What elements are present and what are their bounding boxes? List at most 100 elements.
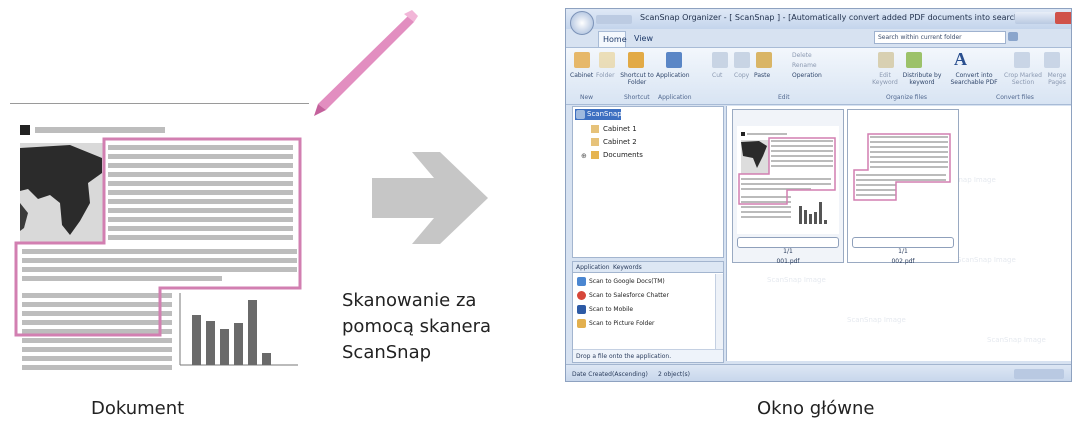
group-new-label: New [580, 94, 594, 101]
watermark-text: ScanSnap Image [847, 316, 906, 324]
folder-icon [591, 151, 599, 159]
ribbon-toolbar: A Cabinet Folder Shortcut to Folder Appl… [566, 47, 1071, 105]
app-menu-button[interactable] [570, 11, 594, 35]
right-arrow-icon [372, 152, 488, 244]
expand-icon[interactable]: ⊕ [581, 152, 587, 160]
panel-tabs: Application Keywords [573, 262, 723, 273]
distribute-by-keyword-button[interactable]: Distribute by keyword [902, 72, 942, 86]
group-edit-label: Edit [778, 94, 790, 101]
window-controls[interactable] [1015, 12, 1071, 24]
close-icon[interactable] [1055, 12, 1071, 24]
group-application-label: Application [658, 94, 692, 101]
paste-button[interactable]: Paste [754, 72, 770, 79]
folder-tree: ScanSnap Cabinet 1 Cabinet 2 ⊕ Documents [572, 106, 724, 258]
folder-icon[interactable] [599, 52, 615, 68]
picture-folder-icon [577, 319, 586, 328]
shortcut-folder-icon[interactable] [628, 52, 644, 68]
group-shortcut-label: Shortcut [624, 94, 650, 101]
rename-button[interactable]: Rename [792, 62, 817, 69]
application-panel: Application Keywords Scan to Google Docs… [572, 261, 724, 363]
tree-item-cabinet-2[interactable]: Cabinet 2 [603, 138, 637, 146]
file-thumbnail-002[interactable]: 1/1 002.pdf [847, 109, 959, 265]
distribute-by-keyword-icon[interactable] [906, 52, 922, 68]
app-item-mobile[interactable]: Scan to Mobile [589, 306, 633, 313]
application-icon[interactable] [666, 52, 682, 68]
tree-item-cabinet-1[interactable]: Cabinet 1 [603, 125, 637, 133]
search-input[interactable]: Search within current folder [874, 31, 1006, 44]
highlighter-pen-icon [314, 10, 418, 116]
cabinet-button[interactable]: Cabinet [570, 72, 593, 79]
panel-tab-application[interactable]: Application [576, 264, 610, 271]
shortcut-to-folder-button[interactable]: Shortcut to Folder [618, 72, 656, 86]
copy-icon[interactable] [734, 52, 750, 68]
group-convert-label: Convert files [996, 94, 1034, 101]
thumbnail-page-preview [737, 126, 839, 234]
scansnap-organizer-window: ScanSnap Organizer - [ ScanSnap ] - [Aut… [565, 8, 1072, 382]
folder-button[interactable]: Folder [596, 72, 615, 79]
operation-button[interactable]: Operation [792, 72, 822, 79]
cabinet-icon[interactable] [574, 52, 590, 68]
sort-order-text[interactable]: Date Created(Ascending) [572, 371, 648, 378]
object-count-text: 2 object(s) [658, 371, 691, 378]
salesforce-icon [577, 291, 586, 300]
scan-description: Skanowanie za pomocą skanera ScanSnap [342, 288, 491, 366]
tab-home[interactable]: Home [598, 31, 627, 47]
status-bar: Date Created(Ascending) 2 object(s) [566, 364, 1071, 381]
file-name-002: 002.pdf [891, 258, 915, 265]
group-organize-label: Organize files [886, 94, 928, 101]
file-thumbnail-001[interactable]: 1/1 001.pdf [732, 109, 844, 265]
document-header-mark [20, 125, 30, 135]
search-input-placeholder: Search within current folder [878, 34, 962, 41]
app-item-salesforce[interactable]: Scan to Salesforce Chatter [589, 292, 669, 299]
scan-description-line-3: ScanSnap [342, 342, 432, 363]
convert-searchable-pdf-button[interactable]: Convert into Searchable PDF [946, 72, 1002, 86]
delete-button[interactable]: Delete [792, 52, 812, 59]
quick-access-toolbar[interactable] [596, 15, 632, 24]
search-icon[interactable] [1008, 32, 1018, 41]
copy-button[interactable]: Copy [734, 72, 749, 79]
merge-pages-icon[interactable] [1044, 52, 1060, 68]
panel-tab-keywords[interactable]: Keywords [613, 264, 642, 271]
document-heading-line [35, 127, 165, 133]
merge-pages-button[interactable]: Merge Pages [1042, 72, 1071, 86]
cut-button[interactable]: Cut [712, 72, 722, 79]
convert-searchable-pdf-icon[interactable]: A [954, 49, 967, 70]
cabinet-icon [591, 125, 599, 133]
cut-icon[interactable] [712, 52, 728, 68]
page-indicator-001: 1/1 [737, 237, 839, 255]
page-indicator-002: 1/1 [852, 237, 954, 255]
file-name-001: 001.pdf [776, 258, 800, 265]
watermark-text: ScanSnap Image [767, 276, 826, 284]
tab-home-label: Home [603, 35, 627, 44]
view-mode-buttons[interactable] [1014, 369, 1064, 379]
drop-hint-text: Drop a file onto the application. [576, 353, 672, 360]
cabinet-icon [591, 138, 599, 146]
document-caption: Dokument [91, 398, 185, 419]
application-button[interactable]: Application [656, 72, 690, 79]
tab-view[interactable]: View [634, 34, 653, 43]
edit-keyword-icon[interactable] [878, 52, 894, 68]
tree-item-scansnap[interactable]: ScanSnap [575, 109, 622, 120]
scan-description-line-1: Skanowanie za [342, 290, 477, 311]
file-name-001-wrap: 001.pdf [733, 248, 843, 267]
file-name-002-wrap: 002.pdf [848, 248, 958, 267]
crop-marked-section-icon[interactable] [1014, 52, 1030, 68]
window-title: ScanSnap Organizer - [ ScanSnap ] - [Aut… [640, 13, 1061, 22]
bar-chart-figure [179, 293, 298, 366]
document-illustration [14, 125, 302, 370]
app-item-google-docs[interactable]: Scan to Google Docs(TM) [589, 278, 665, 285]
watermark-text: ScanSnap Image [957, 256, 1016, 264]
scan-description-line-2: pomocą skanera [342, 316, 492, 337]
tree-item-documents[interactable]: Documents [603, 151, 643, 159]
tree-item-scansnap-label: ScanSnap [587, 110, 622, 118]
mobile-icon [577, 305, 586, 314]
main-window-caption: Okno główne [757, 398, 875, 419]
paste-icon[interactable] [756, 52, 772, 68]
edit-keyword-button[interactable]: Edit Keyword [868, 72, 902, 86]
thumbnail-page-preview [852, 126, 954, 234]
panel-scrollbar[interactable] [715, 274, 723, 350]
watermark-text: ScanSnap Image [987, 336, 1046, 344]
scanner-icon [576, 110, 585, 119]
app-item-picture-folder[interactable]: Scan to Picture Folder [589, 320, 655, 327]
crop-marked-section-button[interactable]: Crop Marked Section [1004, 72, 1042, 86]
